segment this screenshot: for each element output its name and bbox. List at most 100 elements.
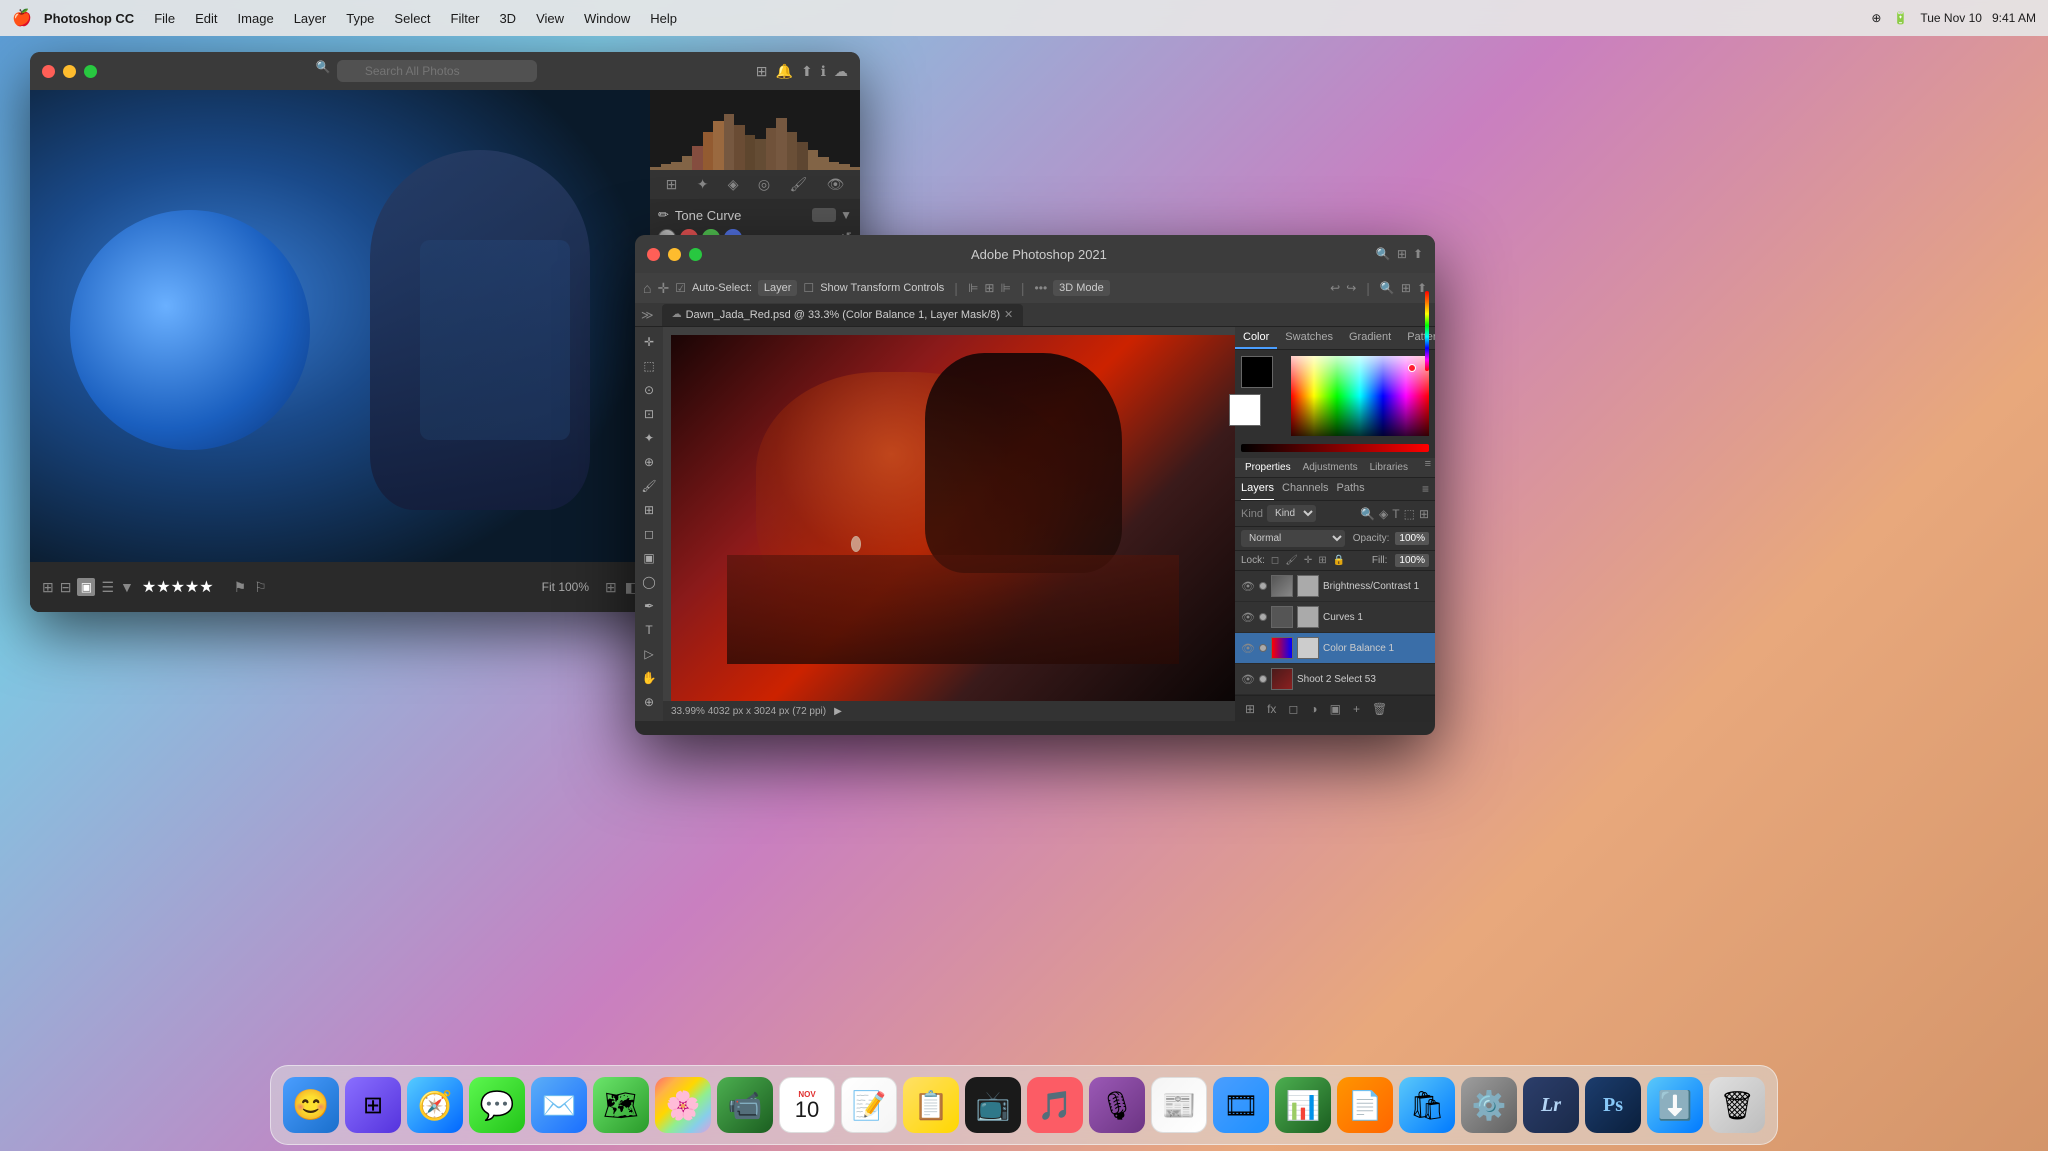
ps-align-left-icon[interactable]: ⊫	[968, 281, 978, 295]
ps-eyedropper-tool[interactable]: ✦	[638, 427, 660, 449]
ps-filter-type-icon[interactable]: T	[1392, 507, 1399, 521]
ps-filter-adjustment-icon[interactable]: ◈	[1379, 507, 1388, 521]
ps-layer-brightness[interactable]: 👁 Brightness/Contrast 1	[1235, 571, 1435, 602]
ps-tab-close-icon[interactable]: ✕	[1004, 308, 1013, 321]
dock-photos[interactable]: 🌸	[655, 1077, 711, 1133]
dock-facetime[interactable]: 📹	[717, 1077, 773, 1133]
ps-layer-curves[interactable]: 👁 Curves 1	[1235, 602, 1435, 633]
ps-minimize-button[interactable]	[668, 248, 681, 261]
lr-grid-view-btn[interactable]: ⊞	[42, 579, 54, 596]
lr-flag-icon[interactable]: ⚑	[234, 579, 247, 596]
ps-crop-tool[interactable]: ⊡	[638, 403, 660, 425]
ps-maximize-button[interactable]	[689, 248, 702, 261]
dock-reminders[interactable]: 📝	[841, 1077, 897, 1133]
ps-marquee-tool[interactable]: ⬚	[638, 355, 660, 377]
lr-filter-icon[interactable]: ⊞	[756, 63, 768, 80]
lr-share-icon[interactable]: ⬆	[801, 63, 813, 80]
dock-podcasts[interactable]: 🎙	[1089, 1077, 1145, 1133]
lr-minimize-button[interactable]	[63, 65, 76, 78]
ps-move-tool-icon[interactable]: ✛	[657, 280, 669, 297]
ps-delete-layer-btn[interactable]: 🗑	[1368, 700, 1391, 718]
ps-align-center-icon[interactable]: ⊞	[984, 281, 994, 295]
ps-fill-value[interactable]: 100%	[1395, 554, 1429, 567]
ps-new-layer-btn[interactable]: +	[1349, 700, 1364, 718]
ps-tab-adjustments[interactable]: Adjustments	[1297, 458, 1364, 477]
ps-layer-colorbalance[interactable]: 👁 Color Balance 1	[1235, 633, 1435, 664]
dock-keynote[interactable]: 🎞	[1213, 1077, 1269, 1133]
ps-color-spectrum[interactable]	[1291, 356, 1429, 436]
ps-transform-checkbox[interactable]: ☐	[803, 281, 814, 295]
lr-filmstrip-icon[interactable]: ⊞	[605, 579, 617, 596]
ps-tab-swatches[interactable]: Swatches	[1277, 327, 1341, 349]
ps-filter-lock-icon[interactable]: 🔍	[1360, 507, 1375, 521]
dock-safari[interactable]: 🧭	[407, 1077, 463, 1133]
ps-move-tool[interactable]: ✛	[638, 331, 660, 353]
lr-panel-icon-brush[interactable]: 🖌	[789, 176, 807, 193]
dock-appletv[interactable]: 📺	[965, 1077, 1021, 1133]
menubar-type[interactable]: Type	[338, 9, 382, 28]
lr-panel-icon-grad[interactable]: ◈	[728, 176, 739, 193]
ps-align-right-icon[interactable]: ⊫	[1000, 281, 1010, 295]
lr-sort-btn[interactable]: ▼	[120, 579, 134, 595]
ps-home-icon[interactable]: ⌂	[643, 280, 651, 296]
ps-tab-gradient[interactable]: Gradient	[1341, 327, 1399, 349]
ps-link-layers-btn[interactable]: ⊞	[1241, 700, 1259, 718]
ps-clone-tool[interactable]: ⊞	[638, 499, 660, 521]
dock-numbers[interactable]: 📊	[1275, 1077, 1331, 1133]
dock-pages[interactable]: 📄	[1337, 1077, 1393, 1133]
dock-messages[interactable]: 💬	[469, 1077, 525, 1133]
ps-properties-menu-icon[interactable]: ≡	[1425, 458, 1431, 477]
tone-curve-toggle[interactable]	[812, 208, 836, 222]
ps-search-title-icon[interactable]: 🔍	[1376, 247, 1391, 261]
ps-layer-vis-curves[interactable]: 👁	[1241, 611, 1255, 624]
ps-3d-mode-btn[interactable]: 3D Mode	[1053, 280, 1110, 296]
lr-loupe-view-btn[interactable]: ▣	[77, 578, 95, 596]
ps-filter-pixel-icon[interactable]: ⬚	[1404, 507, 1415, 521]
ps-blend-mode-select[interactable]: Normal	[1241, 530, 1345, 547]
ps-spot-heal-tool[interactable]: ⊕	[638, 451, 660, 473]
ps-layers-menu-icon[interactable]: ≡	[1422, 478, 1429, 500]
lr-panel-icon-crop[interactable]: ⊞	[666, 176, 678, 193]
ps-tab-properties[interactable]: Properties	[1239, 458, 1297, 477]
ps-lock-transparent-icon[interactable]: ◻	[1271, 555, 1279, 566]
ps-layer-photo[interactable]: 👁 Shoot 2 Select 53	[1235, 664, 1435, 695]
ps-tab-expand-icon[interactable]: ≫	[641, 308, 654, 322]
ps-share-title-icon[interactable]: ⬆	[1413, 247, 1423, 261]
lr-cloud-icon[interactable]: ☁	[834, 63, 848, 80]
ps-layer-vis-brightness[interactable]: 👁	[1241, 580, 1255, 593]
dock-maps[interactable]: 🗺	[593, 1077, 649, 1133]
ps-zoom-tool-left[interactable]: ⊕	[638, 691, 660, 713]
dock-lightroom[interactable]: Lr	[1523, 1077, 1579, 1133]
lr-maximize-button[interactable]	[84, 65, 97, 78]
ps-undo-icon[interactable]: ↩	[1330, 281, 1340, 295]
menubar-edit[interactable]: Edit	[187, 9, 225, 28]
menubar-filter[interactable]: Filter	[443, 9, 488, 28]
lr-info-icon[interactable]: ℹ	[821, 63, 826, 80]
menubar-select[interactable]: Select	[386, 9, 438, 28]
ps-statusbar-arrow[interactable]: ▶	[834, 706, 842, 717]
ps-path-select-tool[interactable]: ▷	[638, 643, 660, 665]
menubar-window[interactable]: Window	[576, 9, 638, 28]
ps-type-tool[interactable]: T	[638, 619, 660, 641]
dock-finder[interactable]: 😊	[283, 1077, 339, 1133]
ps-eraser-tool[interactable]: ◻	[638, 523, 660, 545]
lr-close-button[interactable]	[42, 65, 55, 78]
apple-menu[interactable]: 🍎	[12, 8, 32, 28]
ps-redo-icon[interactable]: ↪	[1346, 281, 1356, 295]
ps-layer-vis-colorbalance[interactable]: 👁	[1241, 642, 1255, 655]
ps-lock-position-icon[interactable]: ✛	[1304, 555, 1312, 566]
ps-channels-tab[interactable]: Channels	[1282, 478, 1328, 500]
dock-photoshop[interactable]: Ps	[1585, 1077, 1641, 1133]
dock-trash[interactable]: 🗑	[1709, 1077, 1765, 1133]
lr-grid-view2-btn[interactable]: ⊟	[60, 579, 72, 596]
ps-view-icon[interactable]: ⊞	[1401, 281, 1411, 295]
dock-notes[interactable]: 📋	[903, 1077, 959, 1133]
lr-panel-icon-redeye[interactable]: 👁	[827, 176, 845, 193]
ps-active-tab[interactable]: ☁ Dawn_Jada_Red.psd @ 33.3% (Color Balan…	[662, 304, 1024, 326]
ps-close-button[interactable]	[647, 248, 660, 261]
ps-red-channel-slider[interactable]	[1241, 444, 1429, 452]
ps-new-fill-btn[interactable]: ◑	[1306, 700, 1321, 718]
ps-kind-select[interactable]: Kind	[1267, 505, 1316, 522]
ps-add-mask-btn[interactable]: ◻	[1284, 700, 1302, 718]
ps-tab-libraries[interactable]: Libraries	[1364, 458, 1414, 477]
